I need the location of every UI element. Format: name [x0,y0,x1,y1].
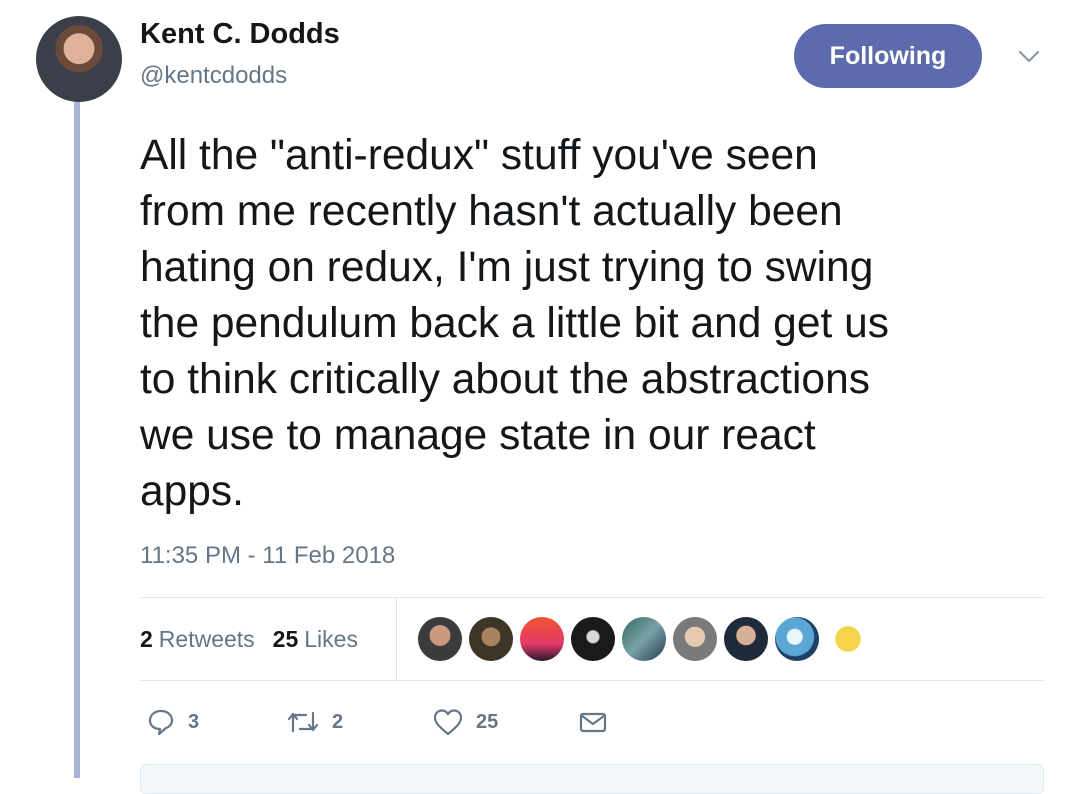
reply-action[interactable]: 3 [146,702,199,742]
tweet-text-line: from me recently hasn't actually been [140,188,843,235]
retweet-count: 2 [332,710,344,733]
tweet-timestamp[interactable]: 11:35 PM - 11 Feb 2018 [140,542,395,570]
author-name[interactable]: Kent C. Dodds [140,18,340,51]
retweets-stat[interactable]: 2 Retweets [140,626,255,653]
like-action[interactable]: 25 [432,702,498,742]
retweets-label: Retweets [158,625,255,652]
stats-separator [396,598,397,680]
direct-message-action[interactable] [578,702,620,742]
tweet-actions: 3 2 25 [140,702,610,742]
liker-avatar[interactable] [571,617,615,661]
tweet-text-line: apps. [140,468,244,515]
liker-avatar[interactable] [622,617,666,661]
chevron-down-icon[interactable] [1015,42,1043,70]
liker-avatar[interactable] [469,617,513,661]
liker-avatar[interactable] [520,617,564,661]
liker-avatar[interactable] [724,617,768,661]
tweet-text-line: hating on redux, I'm just trying to swin… [140,244,874,291]
likes-count: 25 [272,625,299,652]
like-count: 25 [476,710,499,733]
author-avatar[interactable] [36,16,122,102]
likes-label: Likes [304,625,358,652]
tweet-text: All the "anti-redux" stuff you've seen fr… [140,128,1060,520]
liker-avatar[interactable] [826,617,870,661]
tweet-text-line: we use to manage state in our react [140,412,816,459]
tweet-text-line: to think critically about the abstractio… [140,356,870,403]
tweet-text-line: the pendulum back a little bit and get u… [140,300,889,347]
thread-line [74,100,80,778]
liker-avatars [418,617,877,661]
retweets-count: 2 [140,625,153,652]
liker-avatar[interactable] [775,617,819,661]
liker-avatar[interactable] [673,617,717,661]
tweet-stats: 2 Retweets 25 Likes [140,598,396,680]
author-handle[interactable]: @kentcdodds [140,62,287,90]
heart-icon [433,709,463,736]
stats-divider-bottom [140,680,1045,681]
reply-box[interactable] [140,764,1044,794]
likes-stat[interactable]: 25 Likes [273,626,358,653]
liker-avatar[interactable] [418,617,462,661]
tweet-text-line: All the "anti-redux" stuff you've seen [140,132,818,179]
speech-bubble-icon [148,709,174,736]
retweet-action[interactable]: 2 [286,702,343,742]
retweet-arrows-icon [287,711,319,733]
reply-count: 3 [188,710,200,733]
following-button[interactable]: Following [794,24,982,88]
envelope-icon [579,712,607,733]
